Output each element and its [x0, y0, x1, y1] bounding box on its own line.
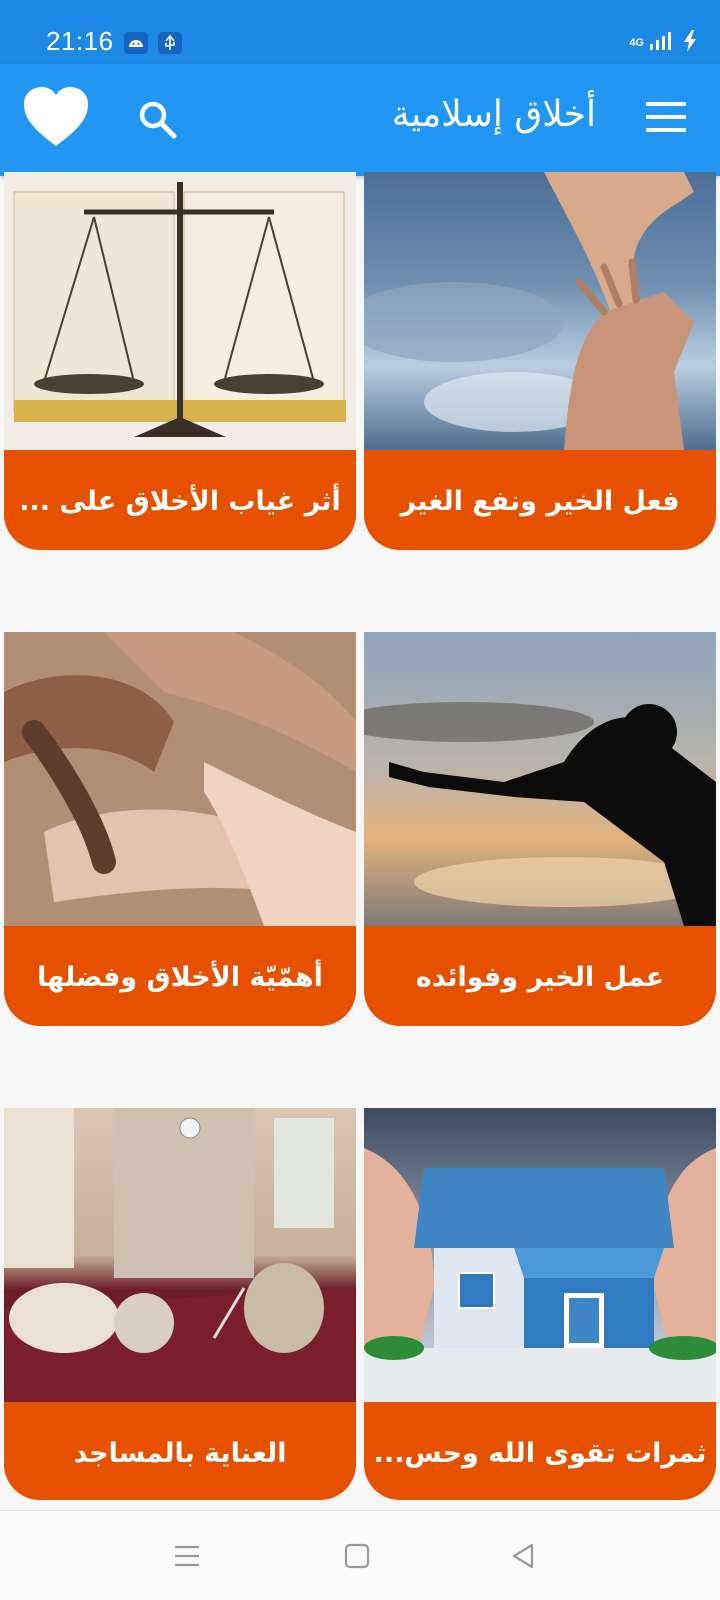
- article-card[interactable]: ثمرات تقوى الله وحس...: [364, 1108, 716, 1500]
- back-triangle-icon: [512, 1543, 534, 1569]
- card-image-house: [364, 1108, 716, 1402]
- card-image-silhouette: [364, 632, 716, 926]
- signal-icon: [650, 30, 676, 56]
- search-button[interactable]: [136, 98, 180, 142]
- article-card[interactable]: العناية بالمساجد: [4, 1108, 356, 1500]
- status-bar: 21:16 4G: [0, 0, 720, 64]
- menu-lines-icon: [175, 1545, 199, 1567]
- square-icon: [344, 1543, 370, 1569]
- card-image-linked-hands: [4, 632, 356, 926]
- card-image-scales: [4, 172, 356, 450]
- menu-icon-bar: [646, 102, 686, 106]
- article-card[interactable]: عمل الخير وفوائده: [364, 632, 716, 1026]
- battery-charging-icon: [682, 30, 698, 56]
- card-title: أثر غياب الأخلاق على ...: [4, 450, 356, 550]
- card-image-reaching-hands: [364, 172, 716, 450]
- card-title: أهمّيّة الأخلاق وفضلها: [4, 926, 356, 1026]
- menu-icon-bar: [646, 128, 686, 132]
- favorites-button[interactable]: [22, 86, 90, 150]
- card-image-mosque: [4, 1108, 356, 1402]
- article-card[interactable]: فعل الخير ونفع الغير: [364, 172, 716, 550]
- card-title: العناية بالمساجد: [4, 1402, 356, 1500]
- home-button[interactable]: [342, 1541, 372, 1571]
- usb-icon: [158, 32, 182, 54]
- system-nav-bar: [0, 1510, 720, 1600]
- search-icon: [139, 101, 177, 139]
- network-type: 4G: [629, 37, 644, 49]
- back-button[interactable]: [508, 1541, 538, 1571]
- article-card[interactable]: أهمّيّة الأخلاق وفضلها: [4, 632, 356, 1026]
- heart-icon: [24, 87, 88, 146]
- card-title: ثمرات تقوى الله وحس...: [364, 1402, 716, 1500]
- app-bar: أخلاق إسلامية: [0, 64, 720, 176]
- status-indicators: 4G: [629, 30, 698, 56]
- recent-apps-button[interactable]: [172, 1541, 202, 1571]
- menu-button[interactable]: [646, 102, 686, 134]
- status-time: 21:16: [46, 26, 114, 56]
- card-title: عمل الخير وفوائده: [364, 926, 716, 1026]
- app-title: أخلاق إسلامية: [391, 94, 596, 135]
- card-title: فعل الخير ونفع الغير: [364, 450, 716, 550]
- android-icon: [124, 32, 148, 54]
- menu-icon-bar: [646, 115, 686, 119]
- article-card[interactable]: أثر غياب الأخلاق على ...: [4, 172, 356, 550]
